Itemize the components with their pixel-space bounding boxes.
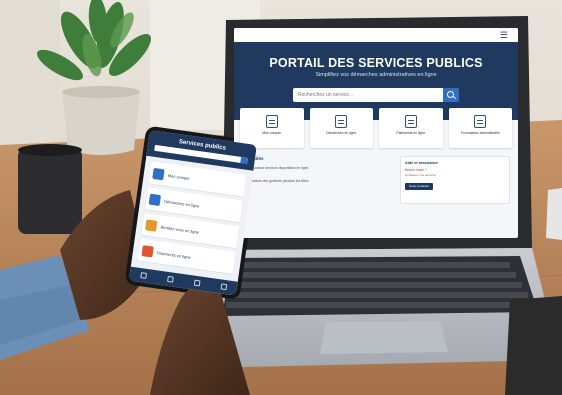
id-card-icon bbox=[265, 115, 278, 128]
service-card-payments[interactable]: Paiements en ligne bbox=[379, 108, 443, 148]
portal-subtitle: Simplifiez vos démarches administratives… bbox=[315, 72, 437, 78]
phone-item-label: Paiements en ligne bbox=[156, 249, 192, 260]
phone-device: Services publics Mon compte Démarches en… bbox=[128, 130, 257, 296]
phone-item-label: Mon compte bbox=[167, 172, 191, 181]
news-heading: Actualités bbox=[242, 156, 392, 161]
news-item-text: Horaires des guichets pendant les fêtes bbox=[249, 179, 309, 183]
news-item[interactable]: Horaires des guichets pendant les fêtes bbox=[242, 179, 392, 183]
photo-scene: ☰ PORTAIL DES SERVICES PUBLICS Simplifie… bbox=[0, 0, 562, 395]
service-card-label: Mon compte bbox=[262, 131, 282, 135]
phone-item-label: Rendez-vous en ligne bbox=[160, 223, 200, 235]
news-item-text: Nouveaux services disponibles en ligne bbox=[249, 166, 309, 170]
help-panel: Aide et assistance Besoin d'aide ? Conta… bbox=[400, 156, 510, 204]
home-icon[interactable] bbox=[139, 272, 147, 279]
phone-screen: Services publics Mon compte Démarches en… bbox=[128, 130, 257, 296]
services-icon[interactable] bbox=[166, 275, 174, 283]
document-icon bbox=[148, 193, 162, 206]
portal-lower: Actualités Nouveaux services disponibles… bbox=[234, 148, 518, 204]
search-button[interactable] bbox=[443, 88, 459, 102]
form-edit-icon bbox=[474, 115, 487, 128]
portal-topbar: ☰ bbox=[234, 28, 518, 42]
service-card-label: Formulaires administratifs bbox=[460, 131, 500, 135]
service-cards: Mon compte Démarches en ligne Paiements … bbox=[234, 108, 518, 148]
profile-icon[interactable] bbox=[220, 283, 227, 291]
calendar-icon[interactable] bbox=[193, 279, 201, 287]
contact-button[interactable]: Nous contacter bbox=[405, 183, 433, 190]
news-item[interactable]: Nouveaux services disponibles en ligne bbox=[242, 166, 392, 170]
help-highlight: Besoin d'aide ? bbox=[405, 168, 427, 172]
phone-service-list: Mon compte Démarches en ligne Rendez-vou… bbox=[131, 156, 254, 284]
service-card-forms[interactable]: Formulaires administratifs bbox=[448, 108, 512, 148]
search-input[interactable] bbox=[293, 88, 443, 102]
service-card-label: Paiements en ligne bbox=[396, 131, 426, 135]
service-card-account[interactable]: Mon compte bbox=[240, 108, 304, 148]
portal-title: PORTAIL DES SERVICES PUBLICS bbox=[269, 56, 483, 70]
payment-icon bbox=[141, 244, 154, 258]
news-section: Actualités Nouveaux services disponibles… bbox=[242, 156, 392, 204]
payment-card-icon bbox=[404, 115, 417, 128]
search-icon[interactable] bbox=[240, 156, 249, 164]
laptop-screen: ☰ PORTAIL DES SERVICES PUBLICS Simplifie… bbox=[234, 28, 518, 238]
help-heading: Aide et assistance bbox=[405, 161, 439, 165]
document-icon bbox=[335, 115, 348, 128]
service-card-procedures[interactable]: Démarches en ligne bbox=[309, 108, 373, 148]
help-text: Contactez nos services bbox=[405, 173, 437, 177]
service-card-label: Démarches en ligne bbox=[326, 131, 357, 135]
account-icon bbox=[152, 167, 165, 180]
hamburger-menu-icon[interactable]: ☰ bbox=[500, 31, 508, 40]
phone-item-label: Démarches en ligne bbox=[163, 198, 200, 209]
calendar-icon bbox=[145, 218, 158, 232]
portal-search-bar bbox=[234, 88, 518, 102]
